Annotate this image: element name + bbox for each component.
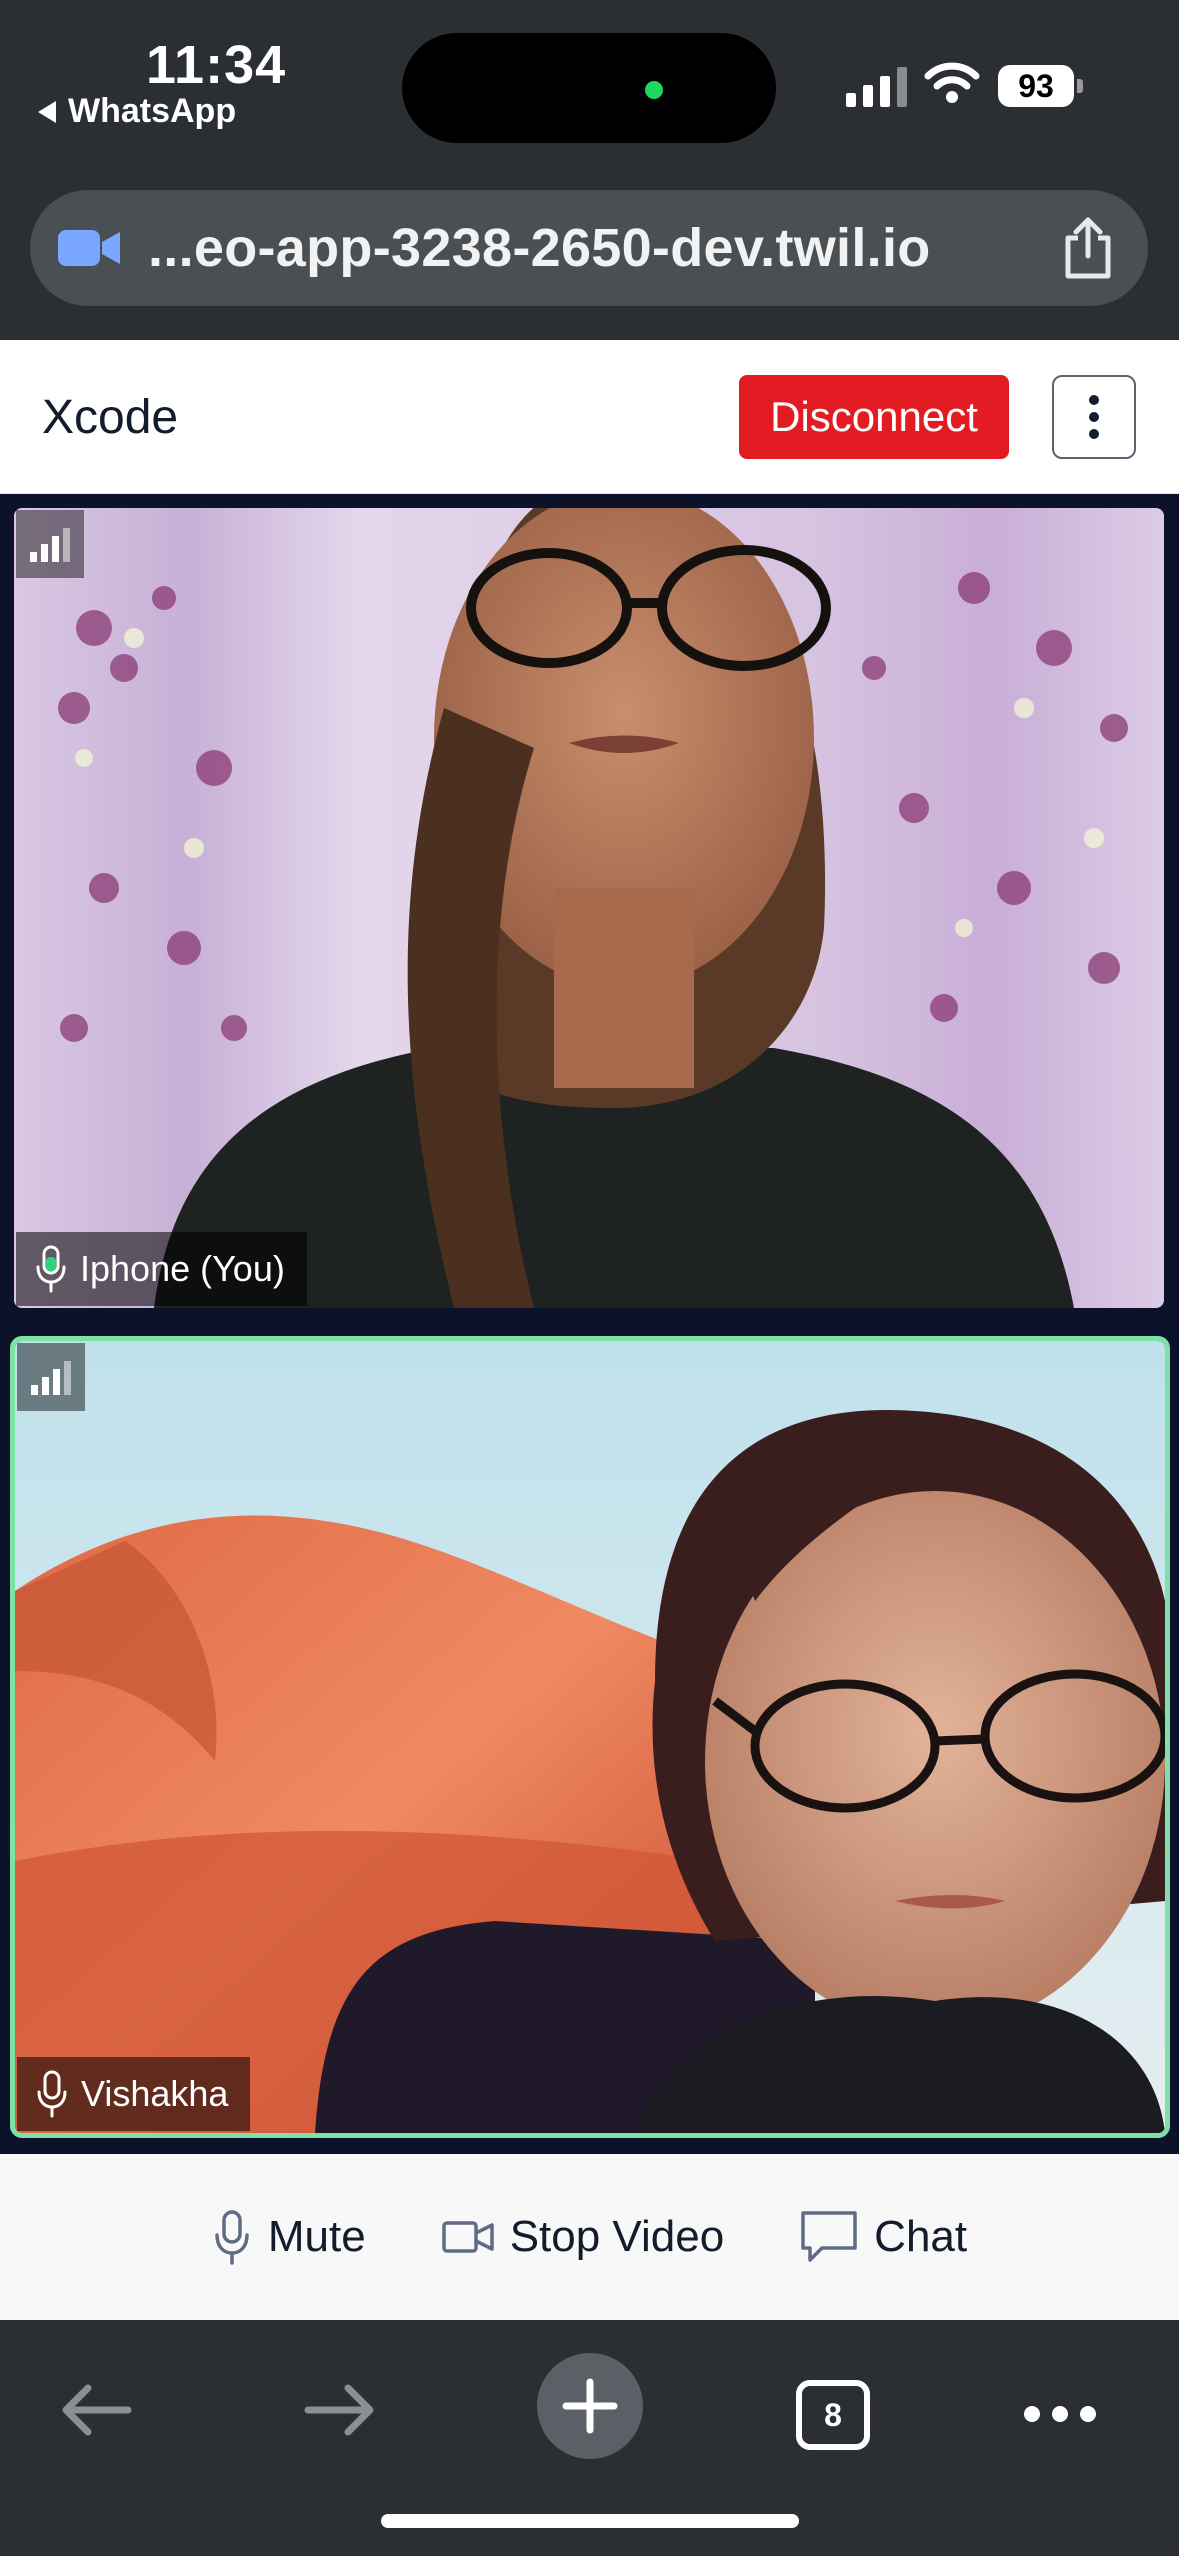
more-options-button[interactable]	[1052, 375, 1136, 459]
back-to-app-link[interactable]: WhatsApp	[38, 92, 236, 131]
address-bar[interactable]: ...eo-app-3238-2650-dev.twil.io	[30, 190, 1148, 306]
camera-in-use-indicator	[645, 81, 663, 99]
wifi-icon	[924, 62, 980, 103]
share-icon[interactable]	[1060, 216, 1116, 285]
plus-icon	[562, 2378, 618, 2434]
room-name: Xcode	[42, 391, 179, 444]
status-time: 11:34	[146, 35, 287, 95]
participant-video-local	[14, 508, 1164, 1308]
dynamic-island	[402, 33, 776, 143]
participant-name: Iphone (You)	[80, 1248, 285, 1289]
call-controls: Mute Stop Video Chat	[0, 2154, 1179, 2320]
microphone-icon	[215, 2210, 249, 2265]
video-camera-icon	[56, 226, 122, 270]
browser-address-area: ...eo-app-3238-2650-dev.twil.io	[0, 180, 1179, 340]
battery-icon: 93	[998, 65, 1083, 107]
chat-label: Chat	[874, 2212, 968, 2261]
participant-tile-remote[interactable]: Vishakha	[10, 1336, 1170, 2138]
network-quality-icon	[17, 1343, 85, 1411]
participant-tile-local[interactable]: Iphone (You)	[14, 508, 1164, 1308]
chat-icon	[801, 2211, 857, 2262]
participant-list: Iphone (You) Vishakha	[0, 494, 1179, 2154]
more-dot-icon	[1089, 395, 1099, 405]
room-header: Xcode Disconnect	[0, 340, 1179, 494]
microphone-icon	[37, 2070, 67, 2118]
more-dot-icon	[1089, 412, 1099, 422]
battery-level: 93	[998, 65, 1074, 107]
microphone-icon	[36, 1245, 66, 1293]
participant-name: Vishakha	[81, 2073, 229, 2114]
back-triangle-icon	[38, 100, 56, 123]
back-arrow-icon[interactable]	[58, 2380, 134, 2440]
network-quality-icon	[16, 510, 84, 578]
forward-arrow-icon[interactable]	[302, 2380, 378, 2440]
stop-video-label: Stop Video	[509, 2212, 725, 2261]
status-bar: 11:34 WhatsApp 93	[0, 0, 1179, 180]
more-dot-icon	[1089, 429, 1099, 439]
stop-video-button[interactable]: Stop Video	[441, 2212, 725, 2262]
mute-label: Mute	[267, 2212, 366, 2261]
video-camera-icon	[441, 2221, 494, 2253]
chat-button[interactable]: Chat	[800, 2210, 967, 2264]
cellular-signal-icon	[846, 65, 907, 107]
participant-name-tag: Iphone (You)	[16, 1232, 307, 1306]
participant-name-tag: Vishakha	[17, 2057, 251, 2131]
tabs-count-button[interactable]: 8	[796, 2380, 870, 2450]
url-text: ...eo-app-3238-2650-dev.twil.io	[148, 218, 931, 278]
home-indicator[interactable]	[381, 2514, 799, 2528]
participant-video-remote	[15, 1341, 1165, 2133]
browser-toolbar: 8	[0, 2320, 1179, 2556]
back-app-label: WhatsApp	[68, 92, 237, 130]
new-tab-button[interactable]	[537, 2353, 643, 2459]
overflow-menu-icon[interactable]	[1024, 2406, 1096, 2422]
mute-button[interactable]: Mute	[212, 2209, 366, 2265]
disconnect-button[interactable]: Disconnect	[739, 375, 1009, 459]
